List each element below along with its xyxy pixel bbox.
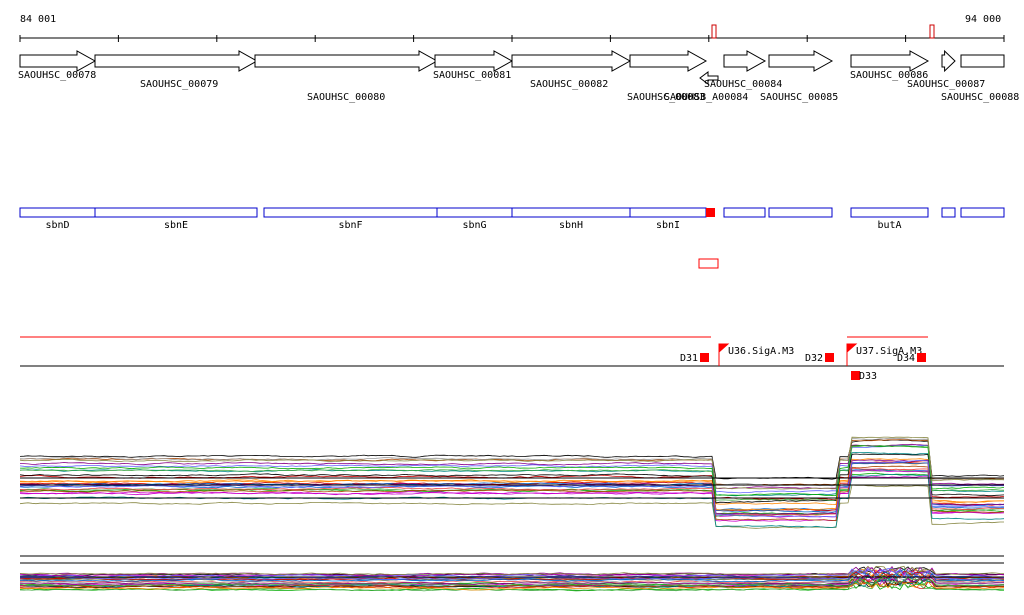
operon-box[interactable] xyxy=(95,208,257,217)
gene-arrow-icon[interactable] xyxy=(435,51,512,71)
operon-gene[interactable]: sbnI xyxy=(630,208,706,231)
ruler-start: 84 001 xyxy=(20,14,56,25)
operon-track[interactable]: sbnD sbnE sbnF sbnG sbnH sbnI butA xyxy=(20,208,1004,231)
operon-gene[interactable]: butA xyxy=(851,208,928,231)
gene-SAOUHSC_00078[interactable]: SAOUHSC_00078 xyxy=(18,51,96,81)
terminator-d32[interactable] xyxy=(825,353,834,362)
terminator-d31[interactable] xyxy=(700,353,709,362)
operon-box[interactable] xyxy=(20,208,95,217)
gene-label: SAOUHSC_00082 xyxy=(530,79,608,90)
regulatory-track[interactable]: D31 U36.SigA.M3 D32 U37.SigA.M3 D33 D34 xyxy=(20,337,1004,382)
operon-box[interactable] xyxy=(942,208,955,217)
peak-marker[interactable] xyxy=(930,25,934,38)
operon-box[interactable] xyxy=(851,208,928,217)
operon-gene[interactable] xyxy=(724,208,765,217)
promoter-flag-icon[interactable] xyxy=(847,344,856,366)
gene-SAOUHSC_00086[interactable]: SAOUHSC_00086 xyxy=(850,51,928,81)
gene-label: SAOUHSC_00085 xyxy=(760,92,838,103)
gene-SAOUHSC_00082[interactable]: SAOUHSC_00082 xyxy=(512,51,630,90)
gene-arrow-icon[interactable] xyxy=(255,51,437,71)
gene-label: SAOUHSC_00080 xyxy=(307,92,385,103)
gene-arrow-icon[interactable] xyxy=(630,51,706,71)
operon-label: sbnI xyxy=(656,220,680,231)
operon-gene[interactable] xyxy=(942,208,955,217)
gene-label: SAOUHSC_00078 xyxy=(18,70,96,81)
gene-label: SAOUHSC_00084 xyxy=(704,79,782,90)
terminator-label: D31 xyxy=(680,353,698,364)
operon-label: sbnF xyxy=(338,220,362,231)
operon-gene[interactable] xyxy=(769,208,832,217)
operon-box[interactable] xyxy=(961,208,1004,217)
terminator-label: D33 xyxy=(859,371,877,382)
gene-label: SAOUHSB_A00084 xyxy=(664,92,748,103)
expression-track-1 xyxy=(20,437,1004,528)
gene-SAOUHSC_00079[interactable]: SAOUHSC_00079 xyxy=(95,51,257,90)
operon-box[interactable] xyxy=(769,208,832,217)
operon-label: sbnE xyxy=(164,220,188,231)
gene-SAOUHSC_00080[interactable]: SAOUHSC_00080 xyxy=(255,51,437,103)
gene-arrow-icon[interactable] xyxy=(512,51,630,71)
operon-gene[interactable]: sbnG xyxy=(437,208,512,231)
terminator-label: D34 xyxy=(897,353,915,364)
operon-gene[interactable]: sbnD xyxy=(20,208,95,231)
operon-gene[interactable] xyxy=(961,208,1004,217)
gene-track[interactable]: SAOUHSC_00078 SAOUHSC_00079 SAOUHSC_00080 S… xyxy=(18,51,1019,103)
gene-arrow-icon[interactable] xyxy=(95,51,257,71)
ruler xyxy=(20,25,1004,42)
gene-arrow-icon[interactable] xyxy=(20,51,95,71)
gene-arrow-icon[interactable] xyxy=(942,51,955,71)
terminator-d34[interactable] xyxy=(917,353,926,362)
operon-gene[interactable]: sbnF xyxy=(264,208,437,231)
genome-browser[interactable]: 84 001 94 000 SAOUHSC_00078 SAOUHSC_00079… xyxy=(0,0,1024,611)
gene-label: SAOUHSC_00079 xyxy=(140,79,218,90)
terminator-label: D32 xyxy=(805,353,823,364)
ruler-end: 94 000 xyxy=(965,14,1001,25)
operon-label: sbnH xyxy=(559,220,583,231)
operon-gene[interactable]: sbnE xyxy=(95,208,257,231)
gene-SAOUHSC_00081[interactable]: SAOUHSC_00081 xyxy=(433,51,512,81)
promoter-label: U36.SigA.M3 xyxy=(728,346,794,357)
operon-label: butA xyxy=(877,220,901,231)
gene-label: SAOUHSC_00081 xyxy=(433,70,511,81)
gene-arrow-icon[interactable] xyxy=(961,55,1004,67)
gene-label: SAOUHSC_00087 xyxy=(907,79,985,90)
gene-arrow-icon[interactable] xyxy=(724,51,765,71)
operon-marker xyxy=(706,208,715,217)
operon-box[interactable] xyxy=(264,208,437,217)
operon-box[interactable] xyxy=(512,208,630,217)
operon-box[interactable] xyxy=(437,208,512,217)
promoter-flag-icon[interactable] xyxy=(719,344,728,366)
gene-arrow-icon[interactable] xyxy=(769,51,832,71)
gene-SAOUHSC_00085[interactable]: SAOUHSC_00085 xyxy=(760,51,838,103)
expression-track-2 xyxy=(20,556,1004,591)
gene-arrow-icon[interactable] xyxy=(851,51,928,71)
operon-label: sbnD xyxy=(45,220,69,231)
operon-box[interactable] xyxy=(630,208,706,217)
operon-box[interactable] xyxy=(724,208,765,217)
operon-label: sbnG xyxy=(462,220,486,231)
operon-gene[interactable]: sbnH xyxy=(512,208,630,231)
peak-marker[interactable] xyxy=(712,25,716,38)
gene-label: SAOUHSC_00088 xyxy=(941,92,1019,103)
selection-box[interactable] xyxy=(699,259,718,268)
